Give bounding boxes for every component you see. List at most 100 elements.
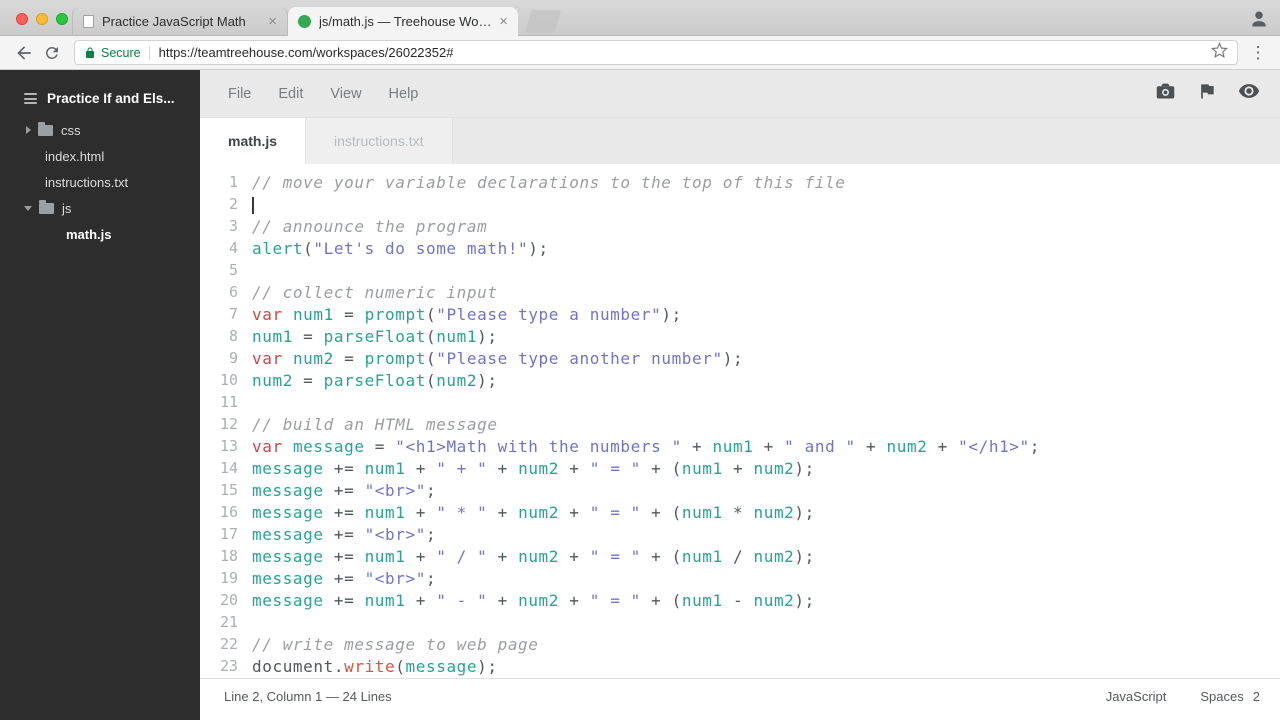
reload-button[interactable] [38, 39, 66, 67]
tree-item-label: js [62, 200, 72, 216]
code-line[interactable]: 1 // move your variable declarations to t… [200, 171, 1280, 193]
menu-file[interactable]: File [228, 86, 251, 102]
tree-item-label: css [61, 122, 81, 138]
sidebar-item-index-html[interactable]: index.html [0, 143, 200, 169]
sidebar-item-js-folder[interactable]: js [0, 195, 200, 221]
code-line[interactable]: 14 message += num1 + " + " + num2 + " = "… [200, 457, 1280, 479]
address-bar[interactable]: Secure https://teamtreehouse.com/workspa… [74, 40, 1238, 65]
code-line[interactable]: 12 // build an HTML message [200, 413, 1280, 435]
code-line[interactable]: 18 message += num1 + " / " + num2 + " = "… [200, 545, 1280, 567]
code-line[interactable]: 15 message += "<br>"; [200, 479, 1280, 501]
language-mode-selector[interactable]: JavaScript [1106, 689, 1167, 704]
code-line[interactable]: 2 [200, 193, 1280, 215]
line-number: 20 [219, 591, 238, 609]
editor-statusbar: Line 2, Column 1 — 24 Lines JavaScript S… [200, 678, 1280, 720]
code-line-content [252, 194, 254, 215]
code-line-content: // announce the program [252, 216, 488, 236]
person-icon [1252, 11, 1266, 27]
line-number: 2 [228, 195, 238, 213]
browser-menu-icon[interactable]: ⋮ [1246, 43, 1270, 63]
code-line[interactable]: 16 message += num1 + " * " + num2 + " = "… [200, 501, 1280, 523]
line-number: 16 [219, 503, 238, 521]
chevron-down-icon[interactable] [24, 205, 32, 211]
minimize-window-button[interactable] [36, 13, 48, 25]
sidebar-item-instructions-txt[interactable]: instructions.txt [0, 169, 200, 195]
code-line[interactable]: 23 document.write(message); [200, 655, 1280, 677]
menu-edit[interactable]: Edit [278, 86, 303, 102]
sidebar-item-math-js[interactable]: math.js [0, 221, 200, 247]
line-number: 21 [219, 613, 238, 631]
tree-item-label: index.html [45, 148, 105, 164]
close-tab-icon[interactable]: × [268, 14, 277, 29]
back-arrow-icon [17, 45, 31, 60]
editor-tab-instructions-txt[interactable]: instructions.txt [306, 118, 453, 164]
secure-label: Secure [101, 45, 141, 60]
code-line[interactable]: 22 // write message to web page [200, 633, 1280, 655]
code-line[interactable]: 7 var num1 = prompt("Please type a number… [200, 303, 1280, 325]
close-window-button[interactable] [16, 13, 28, 25]
menu-view[interactable]: View [330, 86, 361, 102]
code-line[interactable]: 3 // announce the program [200, 215, 1280, 237]
snapshot-camera-icon[interactable] [1155, 81, 1176, 107]
line-number: 22 [219, 635, 238, 653]
line-number: 23 [219, 657, 238, 675]
indent-settings[interactable]: Spaces 2 [1200, 689, 1260, 704]
profile-icon[interactable] [1248, 8, 1270, 30]
editor-tab-bar: math.js instructions.txt [200, 118, 1280, 164]
line-number: 3 [228, 217, 238, 235]
editor-panel: File Edit View Help math.js instructions… [200, 70, 1280, 720]
line-number: 14 [219, 459, 238, 477]
line-number: 10 [219, 371, 238, 389]
code-line[interactable]: 5 [200, 259, 1280, 281]
chevron-right-icon[interactable] [26, 126, 31, 134]
project-menu-icon[interactable] [24, 93, 37, 104]
code-line[interactable]: 6 // collect numeric input [200, 281, 1280, 303]
back-button[interactable] [10, 39, 38, 67]
code-line-content: var message = "<h1>Math with the numbers… [252, 436, 1041, 456]
bookmark-star-icon[interactable] [1211, 41, 1228, 64]
editor-tab-math-js[interactable]: math.js [200, 118, 307, 164]
code-line-content: document.write(message); [252, 656, 498, 676]
file-tree-sidebar: Practice If and Els... css index.html in… [0, 70, 200, 720]
sidebar-item-css[interactable]: css [0, 117, 200, 143]
code-line[interactable]: 20 message += num1 + " - " + num2 + " = "… [200, 589, 1280, 611]
code-line[interactable]: 4 alert("Let's do some math!"); [200, 237, 1280, 259]
browser-tab-practice-js-math[interactable]: Practice JavaScript Math × [72, 7, 288, 36]
fullscreen-window-button[interactable] [56, 13, 68, 25]
browser-tab-workspace[interactable]: js/math.js — Treehouse Workspaces × [288, 7, 518, 36]
folder-icon [38, 121, 53, 136]
line-number: 11 [219, 393, 238, 411]
code-line[interactable]: 10 num2 = parseFloat(num2); [200, 369, 1280, 391]
line-number: 18 [219, 547, 238, 565]
code-line[interactable]: 8 num1 = parseFloat(num1); [200, 325, 1280, 347]
code-line[interactable]: 13 var message = "<h1>Math with the numbe… [200, 435, 1280, 457]
line-number: 1 [228, 173, 238, 191]
code-line[interactable]: 11 [200, 391, 1280, 413]
browser-tab-strip: Practice JavaScript Math × js/math.js — … [0, 0, 1280, 36]
url-text[interactable]: https://teamtreehouse.com/workspaces/260… [159, 45, 454, 60]
menu-help[interactable]: Help [389, 86, 419, 102]
preview-eye-icon[interactable] [1238, 80, 1260, 107]
editor-menubar: File Edit View Help [200, 70, 1280, 118]
code-line[interactable]: 9 var num2 = prompt("Please type another … [200, 347, 1280, 369]
code-line-content: var num1 = prompt("Please type a number"… [252, 304, 682, 324]
close-tab-icon[interactable]: × [499, 14, 508, 29]
project-title-row[interactable]: Practice If and Els... [0, 86, 200, 117]
code-line-content: message += num1 + " * " + num2 + " = " +… [252, 502, 815, 522]
code-line-content: message += "<br>"; [252, 524, 437, 544]
code-line-content: num1 = parseFloat(num1); [252, 326, 498, 346]
text-cursor [252, 196, 254, 214]
line-number: 12 [219, 415, 238, 433]
code-line-content: // collect numeric input [252, 282, 498, 302]
code-editor[interactable]: 1 // move your variable declarations to t… [200, 164, 1280, 678]
cursor-position-text: Line 2, Column 1 — 24 Lines [224, 689, 392, 704]
code-line-content: message += "<br>"; [252, 480, 437, 500]
tree-item-label: math.js [66, 226, 112, 242]
line-number: 17 [219, 525, 238, 543]
code-line[interactable]: 19 message += "<br>"; [200, 567, 1280, 589]
code-line[interactable]: 21 [200, 611, 1280, 633]
code-line[interactable]: 17 message += "<br>"; [200, 523, 1280, 545]
new-tab-button[interactable] [524, 10, 562, 33]
treehouse-favicon-icon [298, 15, 311, 28]
fork-flag-icon[interactable] [1197, 81, 1217, 106]
